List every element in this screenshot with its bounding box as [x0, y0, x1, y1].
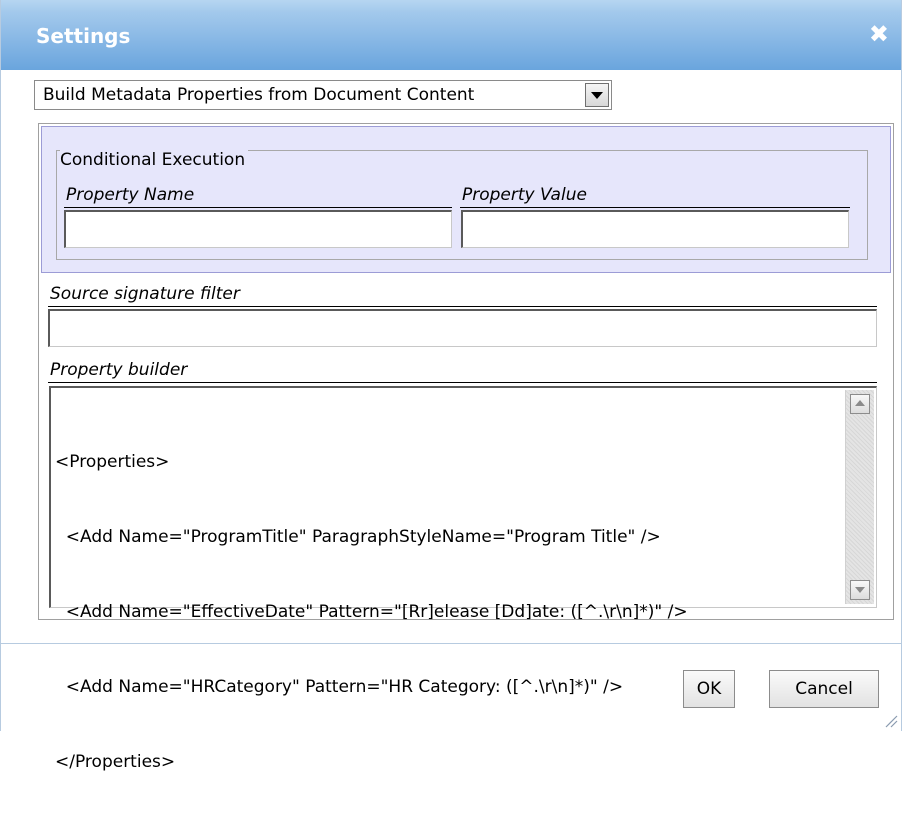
action-type-select[interactable]: Build Metadata Properties from Document …: [34, 80, 612, 110]
property-builder-line: <Add Name="ProgramTitle" ParagraphStyleN…: [55, 527, 661, 547]
dialog-titlebar[interactable]: Settings ✖: [1, 0, 901, 70]
property-builder-content: <Properties> <Add Name="ProgramTitle" Pa…: [55, 400, 688, 825]
action-type-selected-value: Build Metadata Properties from Document …: [43, 85, 475, 105]
footer-divider: [1, 643, 901, 644]
property-builder-underline: [48, 382, 877, 383]
conditional-execution-legend: Conditional Execution: [60, 148, 249, 172]
property-name-input[interactable]: [64, 210, 452, 248]
scroll-down-icon: [855, 587, 865, 593]
source-signature-filter-input[interactable]: [48, 309, 877, 347]
ok-button[interactable]: OK: [683, 670, 735, 708]
property-builder-line: <Add Name="EffectiveDate" Pattern="[Rr]e…: [55, 602, 688, 622]
scroll-down-button[interactable]: [850, 580, 870, 600]
property-name-label: Property Name: [66, 185, 195, 205]
property-builder-line: <Properties>: [55, 452, 170, 472]
settings-dialog: Settings ✖ Build Metadata Properties fro…: [0, 0, 902, 772]
scroll-up-button[interactable]: [850, 394, 870, 414]
property-name-underline: [64, 207, 452, 208]
property-builder-line: </Properties>: [55, 752, 176, 772]
property-builder-scrollbar[interactable]: [845, 390, 874, 604]
cancel-button[interactable]: Cancel: [769, 670, 879, 708]
property-builder-textarea[interactable]: <Properties> <Add Name="ProgramTitle" Pa…: [49, 386, 877, 772]
chevron-down-icon: [591, 92, 603, 99]
resize-grip-icon[interactable]: [882, 712, 898, 728]
dialog-title: Settings: [36, 24, 131, 48]
close-icon[interactable]: ✖: [869, 22, 889, 46]
source-signature-filter-label: Source signature filter: [50, 284, 240, 304]
property-builder-line: <Add Name="HRCategory" Pattern="HR Categ…: [55, 677, 624, 697]
property-value-underline: [460, 207, 850, 208]
dropdown-button[interactable]: [585, 83, 609, 107]
property-value-label: Property Value: [462, 185, 587, 205]
source-signature-filter-underline: [48, 306, 877, 307]
property-value-input[interactable]: [461, 210, 849, 248]
property-builder-label: Property builder: [50, 360, 188, 380]
scroll-up-icon: [855, 400, 865, 406]
